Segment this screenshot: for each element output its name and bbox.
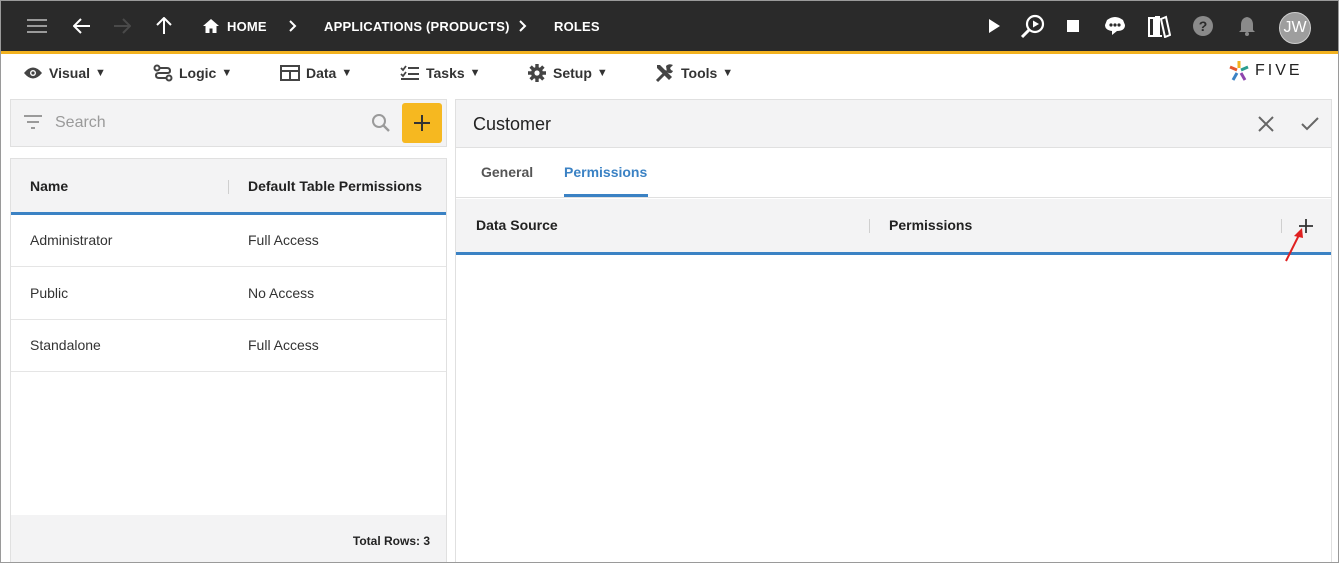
row-permissions: No Access [248,285,315,301]
debug-search-icon[interactable] [1019,1,1047,51]
gear-icon [527,63,547,83]
hamburger-menu-icon[interactable] [23,1,51,51]
row-name: Administrator [30,232,113,248]
menu-tools-label: Tools [681,65,718,81]
five-logo: FIVE [1229,59,1303,83]
form-title: Customer [473,114,552,134]
menu-setup[interactable]: Setup ▼ [527,62,608,84]
column-header-default-permissions[interactable]: Default Table Permissions [248,178,422,194]
forward-arrow-icon [109,1,135,51]
play-icon[interactable] [983,1,1005,51]
roles-list: Name Default Table Permissions Administr… [10,158,447,562]
menu-tasks-label: Tasks [426,65,465,81]
checklist-icon [400,65,420,81]
menu-logic-label: Logic [179,65,217,81]
total-rows: Total Rows: 3 [352,534,430,548]
annotation-arrow-icon [1281,227,1307,270]
role-form: Customer General Permissions Data Source… [455,99,1332,562]
roles-list-footer: Total Rows: 3 [11,515,446,562]
menu-setup-label: Setup [553,65,592,81]
user-avatar[interactable]: JW [1279,12,1311,44]
row-name: Public [30,285,69,301]
table-icon [280,65,300,81]
column-header-permissions[interactable]: Permissions [889,217,972,233]
breadcrumb-roles[interactable]: ROLES [554,1,600,51]
table-row[interactable]: Administrator Full Access [11,215,446,267]
top-bar: HOME APPLICATIONS (PRODUCTS) ROLES ? JW [1,1,1338,54]
column-header-name[interactable]: Name [30,178,68,194]
form-header: Customer [456,100,1331,148]
chevron-right-icon [515,1,531,51]
app-window: HOME APPLICATIONS (PRODUCTS) ROLES ? JW … [0,0,1339,563]
add-record-button[interactable] [402,103,442,143]
stop-icon[interactable] [1063,1,1083,51]
tab-general[interactable]: General [481,164,533,180]
search-icon[interactable] [371,113,391,138]
search-bar [10,99,447,147]
library-books-icon[interactable] [1145,1,1173,51]
home-icon[interactable] [200,1,222,51]
menu-data-label: Data [306,65,337,81]
chevron-right-icon [285,1,301,51]
menu-data[interactable]: Data ▼ [280,62,352,84]
menu-visual[interactable]: Visual ▼ [23,62,106,84]
logic-icon [153,64,173,82]
save-check-icon[interactable] [1298,112,1322,136]
row-permissions: Full Access [248,232,319,248]
form-tabs: General Permissions [456,148,1331,198]
chat-bot-icon[interactable] [1101,1,1129,51]
row-name: Standalone [30,337,101,353]
column-header-data-source[interactable]: Data Source [476,217,558,233]
menu-visual-label: Visual [49,65,90,81]
roles-list-header: Name Default Table Permissions [11,159,446,215]
tab-permissions[interactable]: Permissions [564,164,647,180]
menu-tasks[interactable]: Tasks ▼ [400,62,481,84]
table-row[interactable]: Public No Access [11,268,446,320]
active-tab-indicator [564,194,648,197]
back-arrow-icon[interactable] [69,1,95,51]
notification-bell-icon[interactable] [1235,1,1259,51]
table-row[interactable]: Standalone Full Access [11,320,446,372]
menu-logic[interactable]: Logic ▼ [153,62,232,84]
menu-bar: Visual▼ Logic▼ Data▼ Tasks▼ Setup▼ [1,54,1338,92]
breadcrumb-applications[interactable]: APPLICATIONS (PRODUCTS) [324,1,510,51]
up-arrow-icon[interactable] [152,1,176,51]
svg-text:?: ? [1199,18,1208,34]
plus-icon [414,115,430,131]
help-icon[interactable]: ? [1191,1,1215,51]
search-input[interactable] [55,112,355,134]
eye-icon [23,66,43,80]
row-permissions: Full Access [248,337,319,353]
menu-tools[interactable]: Tools ▼ [655,62,733,84]
filter-icon[interactable] [23,114,43,135]
tools-icon [655,63,675,83]
permissions-list-header: Data Source Permissions [456,199,1331,255]
breadcrumb-home[interactable]: HOME [227,1,267,51]
close-icon[interactable] [1254,112,1278,136]
logo-text: FIVE [1255,62,1303,79]
